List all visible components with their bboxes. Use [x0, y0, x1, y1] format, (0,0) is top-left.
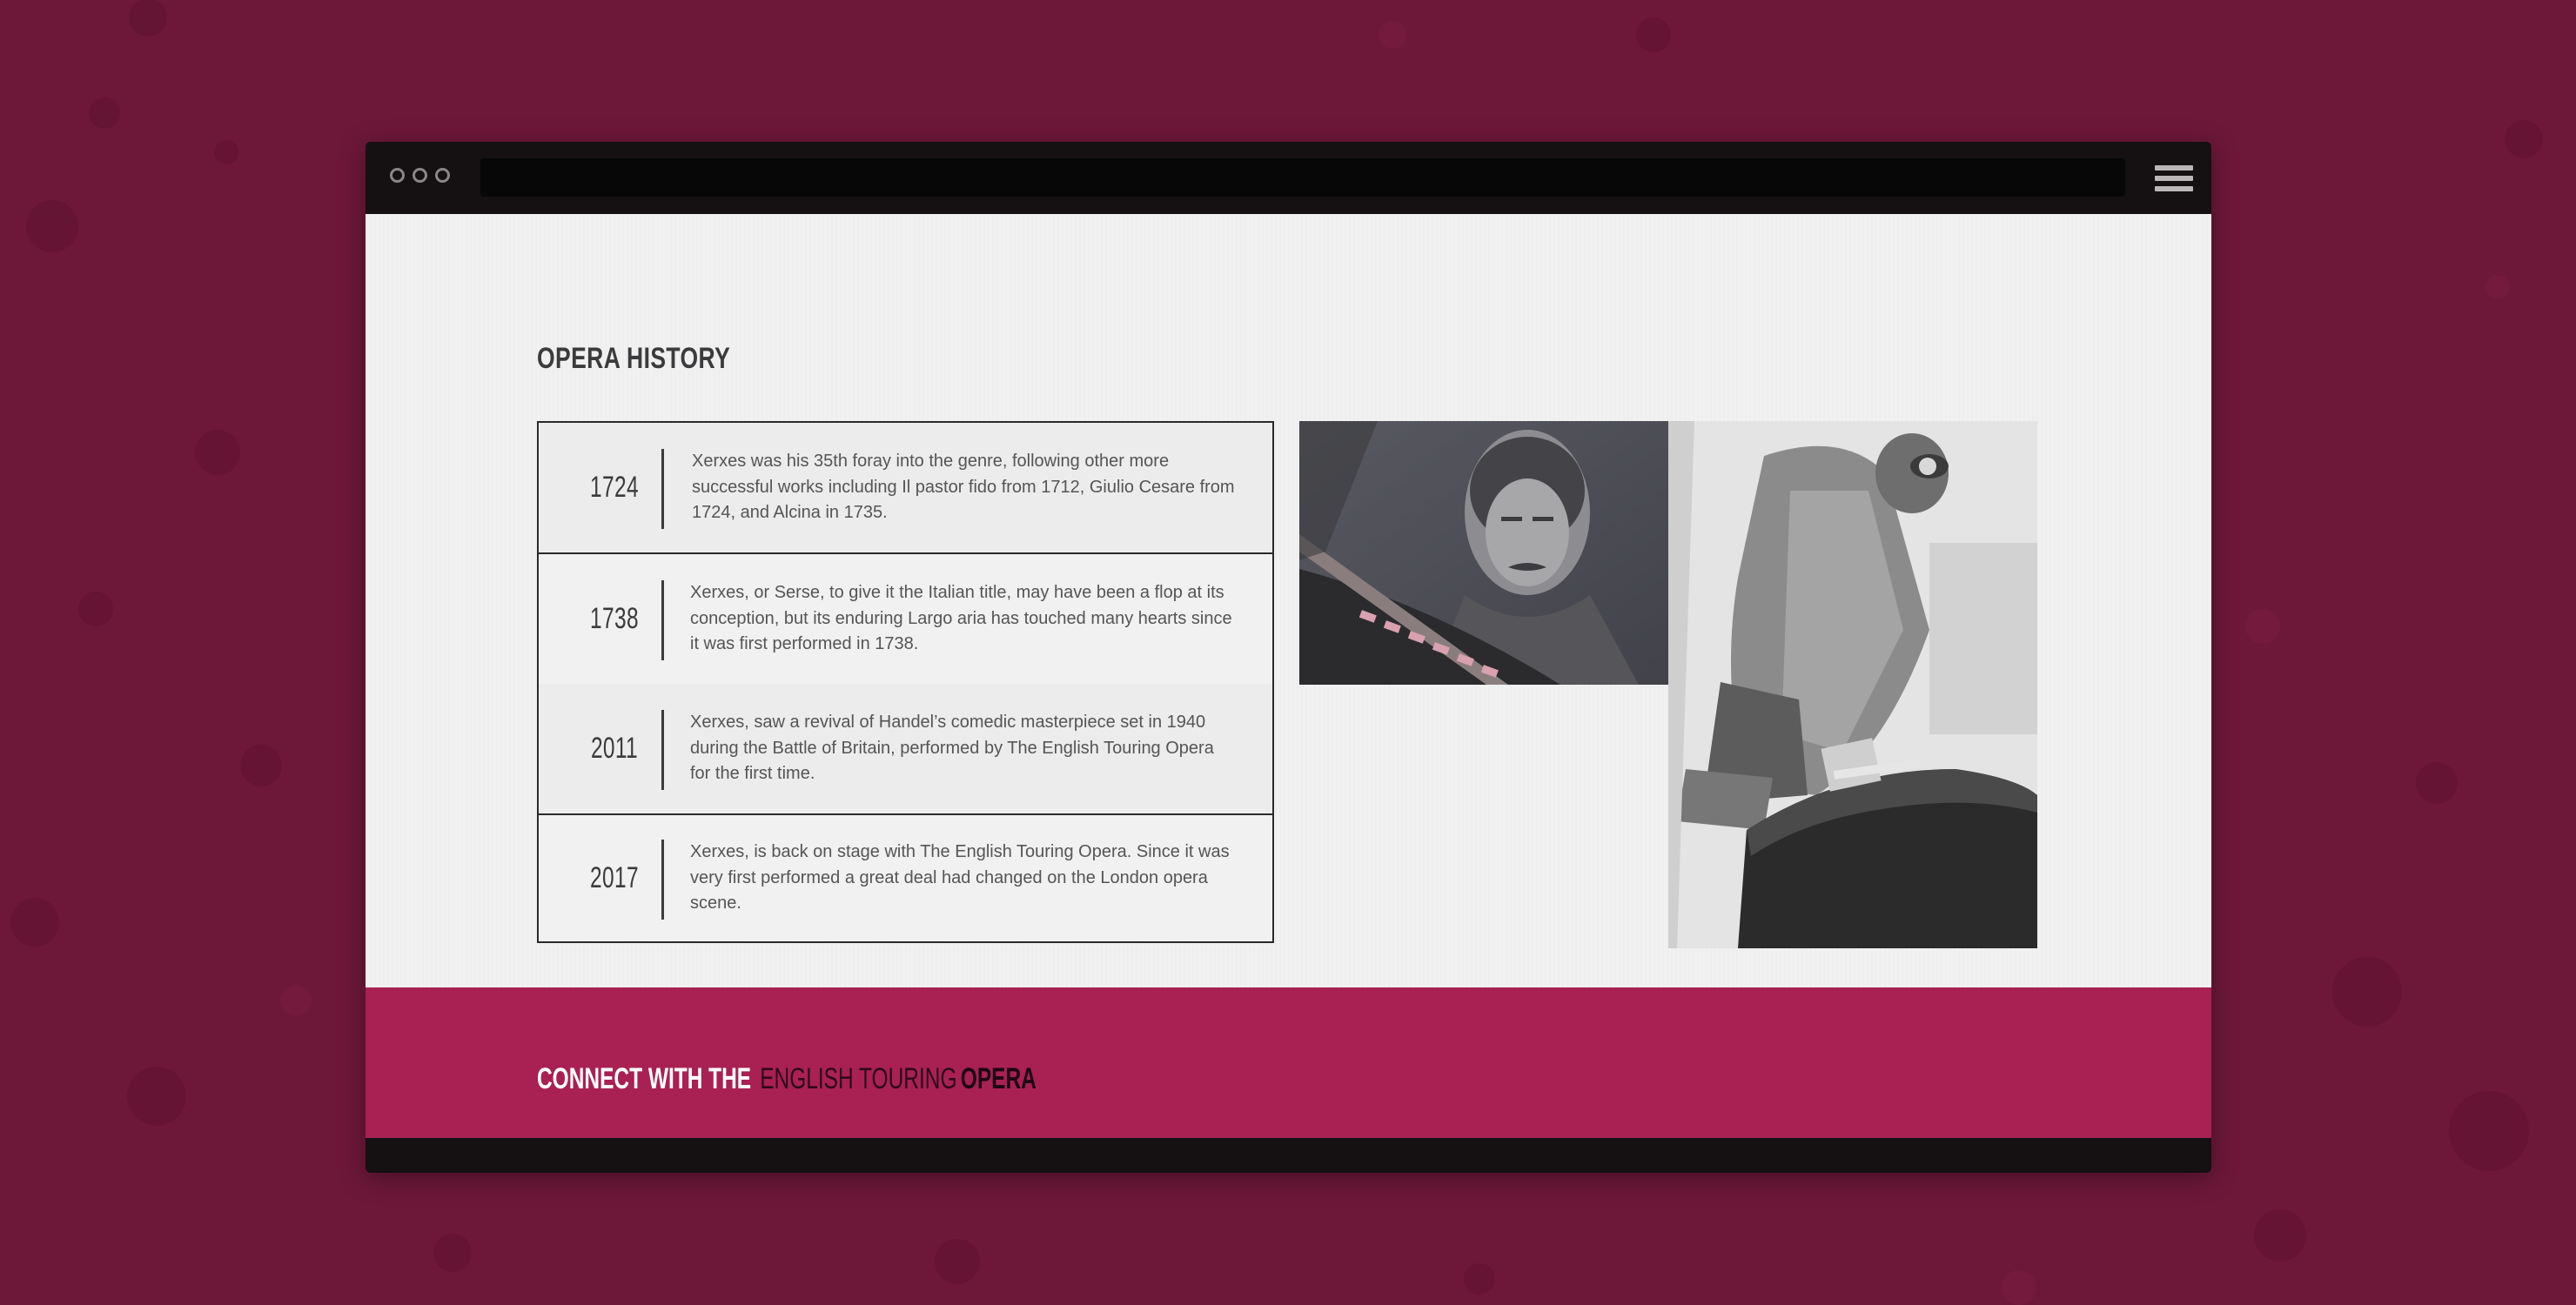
timeline-row: 1724 Xerxes was his 35th foray into the … [539, 423, 1272, 554]
pilot-portrait-photo [1299, 421, 1669, 685]
timeline-divider [661, 710, 664, 790]
timeline-description: Xerxes, or Serse, to give it the Italian… [690, 583, 1232, 653]
window-dot-1[interactable] [390, 168, 405, 183]
opera-history-timeline: 1724 Xerxes was his 35th foray into the … [537, 421, 1274, 943]
footer-connect-link[interactable]: CONNECT WITH THE ENGLISH TOURING OPERA [537, 1062, 1036, 1096]
browser-bottom-bar [366, 1138, 2211, 1173]
timeline-year: 1724 [590, 471, 639, 504]
timeline-row: 2011 Xerxes, saw a revival of Handel’s c… [539, 684, 1272, 815]
window-dot-3[interactable] [435, 168, 450, 183]
pilot-climbing-into-plane-photo [1668, 421, 2037, 948]
footer-connect-label: CONNECT WITH THE [537, 1062, 752, 1095]
browser-window: OPERA HISTORY 1724 Xerxes was his 35th f… [366, 142, 2211, 1173]
timeline-year: 1738 [590, 602, 639, 635]
timeline-divider [661, 840, 664, 920]
address-bar[interactable] [480, 158, 2125, 197]
timeline-row: 1738 Xerxes, or Serse, to give it the It… [539, 554, 1272, 686]
footer-brand-light: ENGLISH TOURING [760, 1062, 957, 1095]
timeline-description: Xerxes, saw a revival of Handel’s comedi… [690, 713, 1214, 783]
timeline-row: 2017 Xerxes, is back on stage with The E… [539, 813, 1272, 941]
page-title: OPERA HISTORY [537, 342, 731, 375]
browser-titlebar [366, 142, 2211, 214]
timeline-year: 2017 [590, 861, 639, 894]
window-dot-2[interactable] [413, 168, 427, 183]
timeline-description: Xerxes, is back on stage with The Englis… [690, 842, 1230, 913]
timeline-divider [661, 580, 664, 660]
hamburger-menu-icon[interactable] [2155, 165, 2193, 191]
timeline-description: Xerxes was his 35th foray into the genre… [692, 452, 1235, 522]
timeline-year: 2011 [590, 732, 639, 765]
footer-brand-bold: OPERA [960, 1062, 1036, 1095]
timeline-divider [661, 449, 664, 529]
